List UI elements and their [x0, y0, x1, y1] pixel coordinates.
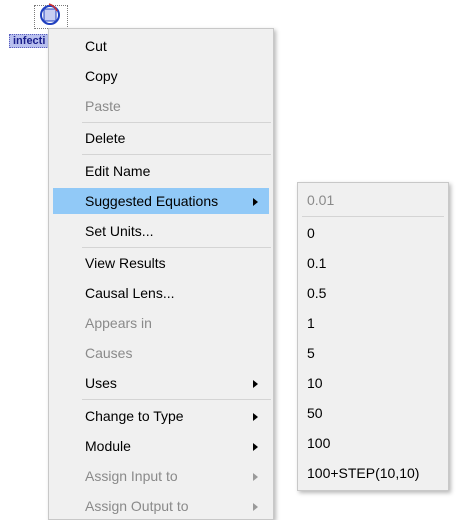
menu-item-assign-input-to: Assign Input to	[53, 463, 269, 489]
submenu-item-label: 10	[307, 375, 323, 391]
submenu-item-0-01: 0.01	[302, 187, 444, 213]
menu-item-uses[interactable]: Uses	[53, 370, 269, 396]
submenu-item-label: 5	[307, 345, 315, 361]
menu-item-label: Delete	[85, 130, 126, 146]
submenu-item-0[interactable]: 0	[302, 220, 444, 246]
menu-item-label: Edit Name	[85, 163, 151, 179]
submenu-arrow-icon	[253, 380, 258, 388]
submenu-arrow-icon	[253, 198, 258, 206]
submenu-item-1[interactable]: 1	[302, 310, 444, 336]
submenu-item-0-1[interactable]: 0.1	[302, 250, 444, 276]
submenu-arrow-icon	[253, 503, 258, 511]
menu-item-cut[interactable]: Cut	[53, 33, 269, 59]
submenu-item-label: 100	[307, 435, 331, 451]
menu-separator	[302, 216, 444, 217]
submenu-item-label: 0	[307, 225, 315, 241]
menu-item-appears-in: Appears in	[53, 310, 269, 336]
submenu-arrow-icon	[253, 473, 258, 481]
variable-node-icon[interactable]	[33, 0, 67, 30]
submenu-item-50[interactable]: 50	[302, 400, 444, 426]
menu-item-delete[interactable]: Delete	[53, 125, 269, 151]
menu-item-assign-output-to: Assign Output to	[53, 493, 269, 519]
menu-separator	[82, 399, 271, 400]
node-label[interactable]: infecti	[9, 34, 50, 48]
menu-item-view-results[interactable]: View Results	[53, 250, 269, 276]
menu-item-label: Causes	[85, 345, 133, 361]
menu-item-label: Set Units...	[85, 223, 154, 239]
menu-item-label: Suggested Equations	[85, 193, 219, 209]
submenu-item-label: 0.5	[307, 285, 327, 301]
menu-item-copy[interactable]: Copy	[53, 63, 269, 89]
menu-item-change-to-type[interactable]: Change to Type	[53, 403, 269, 429]
menu-item-causal-lens[interactable]: Causal Lens...	[53, 280, 269, 306]
menu-item-label: Paste	[85, 98, 121, 114]
menu-item-label: Assign Output to	[85, 498, 189, 514]
submenu-item-label: 0.01	[307, 192, 335, 208]
menu-separator	[82, 247, 271, 248]
submenu-item-5[interactable]: 5	[302, 340, 444, 366]
submenu-item-0-5[interactable]: 0.5	[302, 280, 444, 306]
menu-item-label: Change to Type	[85, 408, 184, 424]
submenu-item-100-step[interactable]: 100+STEP(10,10)	[302, 460, 444, 486]
menu-item-label: Module	[85, 438, 131, 454]
submenu-item-label: 50	[307, 405, 323, 421]
menu-item-module[interactable]: Module	[53, 433, 269, 459]
menu-item-label: Appears in	[85, 315, 152, 331]
menu-item-edit-name[interactable]: Edit Name	[53, 158, 269, 184]
submenu-item-label: 0.1	[307, 255, 327, 271]
menu-item-label: Causal Lens...	[85, 285, 175, 301]
submenu-arrow-icon	[253, 413, 258, 421]
context-menu: Cut Copy Paste Delete Edit Name Suggeste…	[48, 28, 274, 520]
menu-separator	[82, 154, 271, 155]
menu-item-label: Assign Input to	[85, 468, 178, 484]
suggested-equations-submenu: 0.01 0 0.1 0.5 1 5 10 50 100 100+STEP(10…	[297, 182, 449, 491]
menu-item-label: Cut	[85, 38, 107, 54]
menu-item-suggested-equations[interactable]: Suggested Equations	[53, 188, 269, 214]
menu-item-causes: Causes	[53, 340, 269, 366]
menu-item-label: Uses	[85, 375, 117, 391]
submenu-arrow-icon	[253, 443, 258, 451]
menu-item-set-units[interactable]: Set Units...	[53, 218, 269, 244]
menu-item-label: View Results	[85, 255, 166, 271]
submenu-item-label: 100+STEP(10,10)	[307, 465, 420, 481]
submenu-item-label: 1	[307, 315, 315, 331]
menu-item-paste: Paste	[53, 93, 269, 119]
menu-item-label: Copy	[85, 68, 118, 84]
submenu-item-100[interactable]: 100	[302, 430, 444, 456]
menu-separator	[82, 122, 271, 123]
submenu-item-10[interactable]: 10	[302, 370, 444, 396]
